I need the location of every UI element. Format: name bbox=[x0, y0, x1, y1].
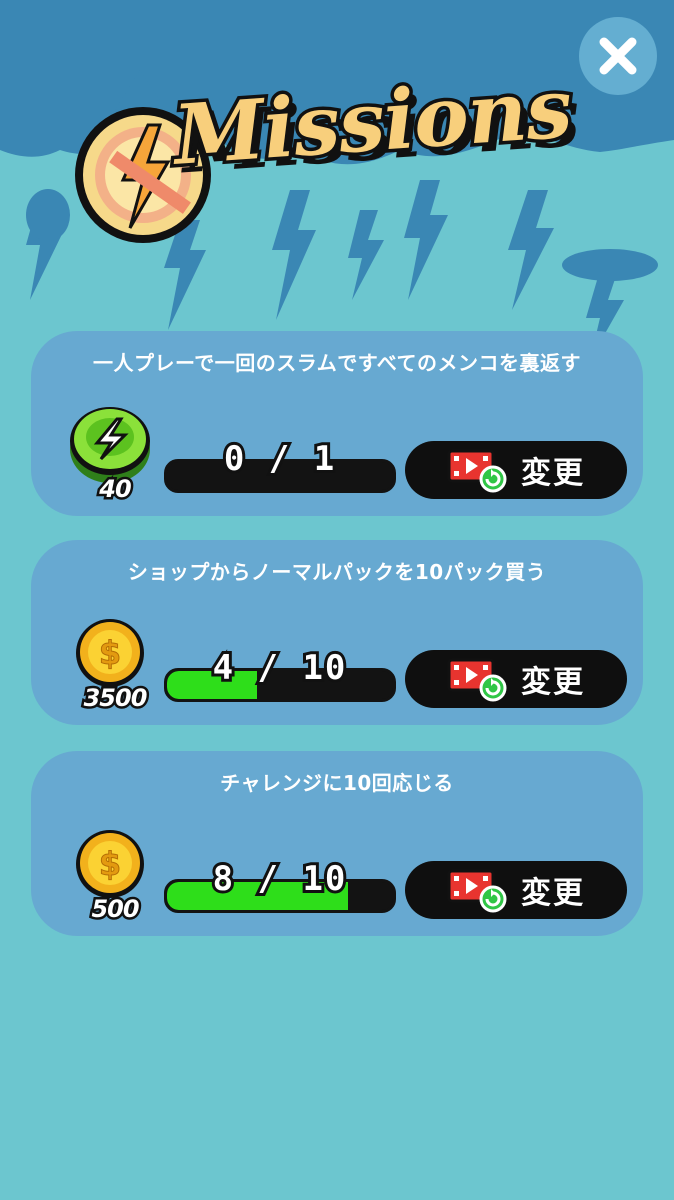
mission-title: 一人プレーで一回のスラムですべてのメンコを裏返す bbox=[93, 351, 581, 375]
close-x-icon bbox=[599, 37, 637, 75]
progress-text: 8 / 10 bbox=[210, 856, 349, 902]
change-mission-button[interactable]: 変更 bbox=[405, 861, 627, 919]
svg-text:$: $ bbox=[99, 845, 121, 883]
mission-title: ショップからノーマルパックを10パック買う bbox=[127, 560, 547, 584]
mission-card: ショップからノーマルパックを10パック買う $ 3500 4 / 10 変更 bbox=[31, 540, 643, 725]
video-ad-refresh-icon bbox=[447, 869, 507, 913]
close-button[interactable] bbox=[579, 17, 657, 95]
mission-reward: $ 500 bbox=[61, 813, 171, 926]
reward-amount: 40 bbox=[97, 473, 134, 506]
change-mission-button[interactable]: 変更 bbox=[405, 650, 627, 708]
reward-amount: 3500 bbox=[81, 682, 150, 715]
reward-amount: 500 bbox=[89, 893, 142, 926]
change-button-label: 変更 bbox=[521, 876, 585, 911]
missions-title: Missions bbox=[68, 57, 578, 260]
mission-reward: 40 bbox=[61, 393, 171, 506]
change-mission-button[interactable]: 変更 bbox=[405, 441, 627, 499]
change-button-label: 変更 bbox=[521, 665, 585, 700]
video-ad-refresh-icon bbox=[447, 449, 507, 493]
progress-text: 0 / 1 bbox=[221, 436, 337, 482]
change-button-label: 変更 bbox=[521, 456, 585, 491]
mission-card: 一人プレーで一回のスラムですべてのメンコを裏返す 40 0 / 1 変更 bbox=[31, 331, 643, 516]
video-ad-refresh-icon bbox=[447, 658, 507, 702]
svg-text:$: $ bbox=[99, 634, 121, 672]
mission-reward: $ 3500 bbox=[61, 602, 171, 715]
mission-card: チャレンジに10回応じる $ 500 8 / 10 変更 bbox=[31, 751, 643, 936]
progress-text: 4 / 10 bbox=[210, 645, 349, 691]
mission-title: チャレンジに10回応じる bbox=[220, 771, 454, 795]
